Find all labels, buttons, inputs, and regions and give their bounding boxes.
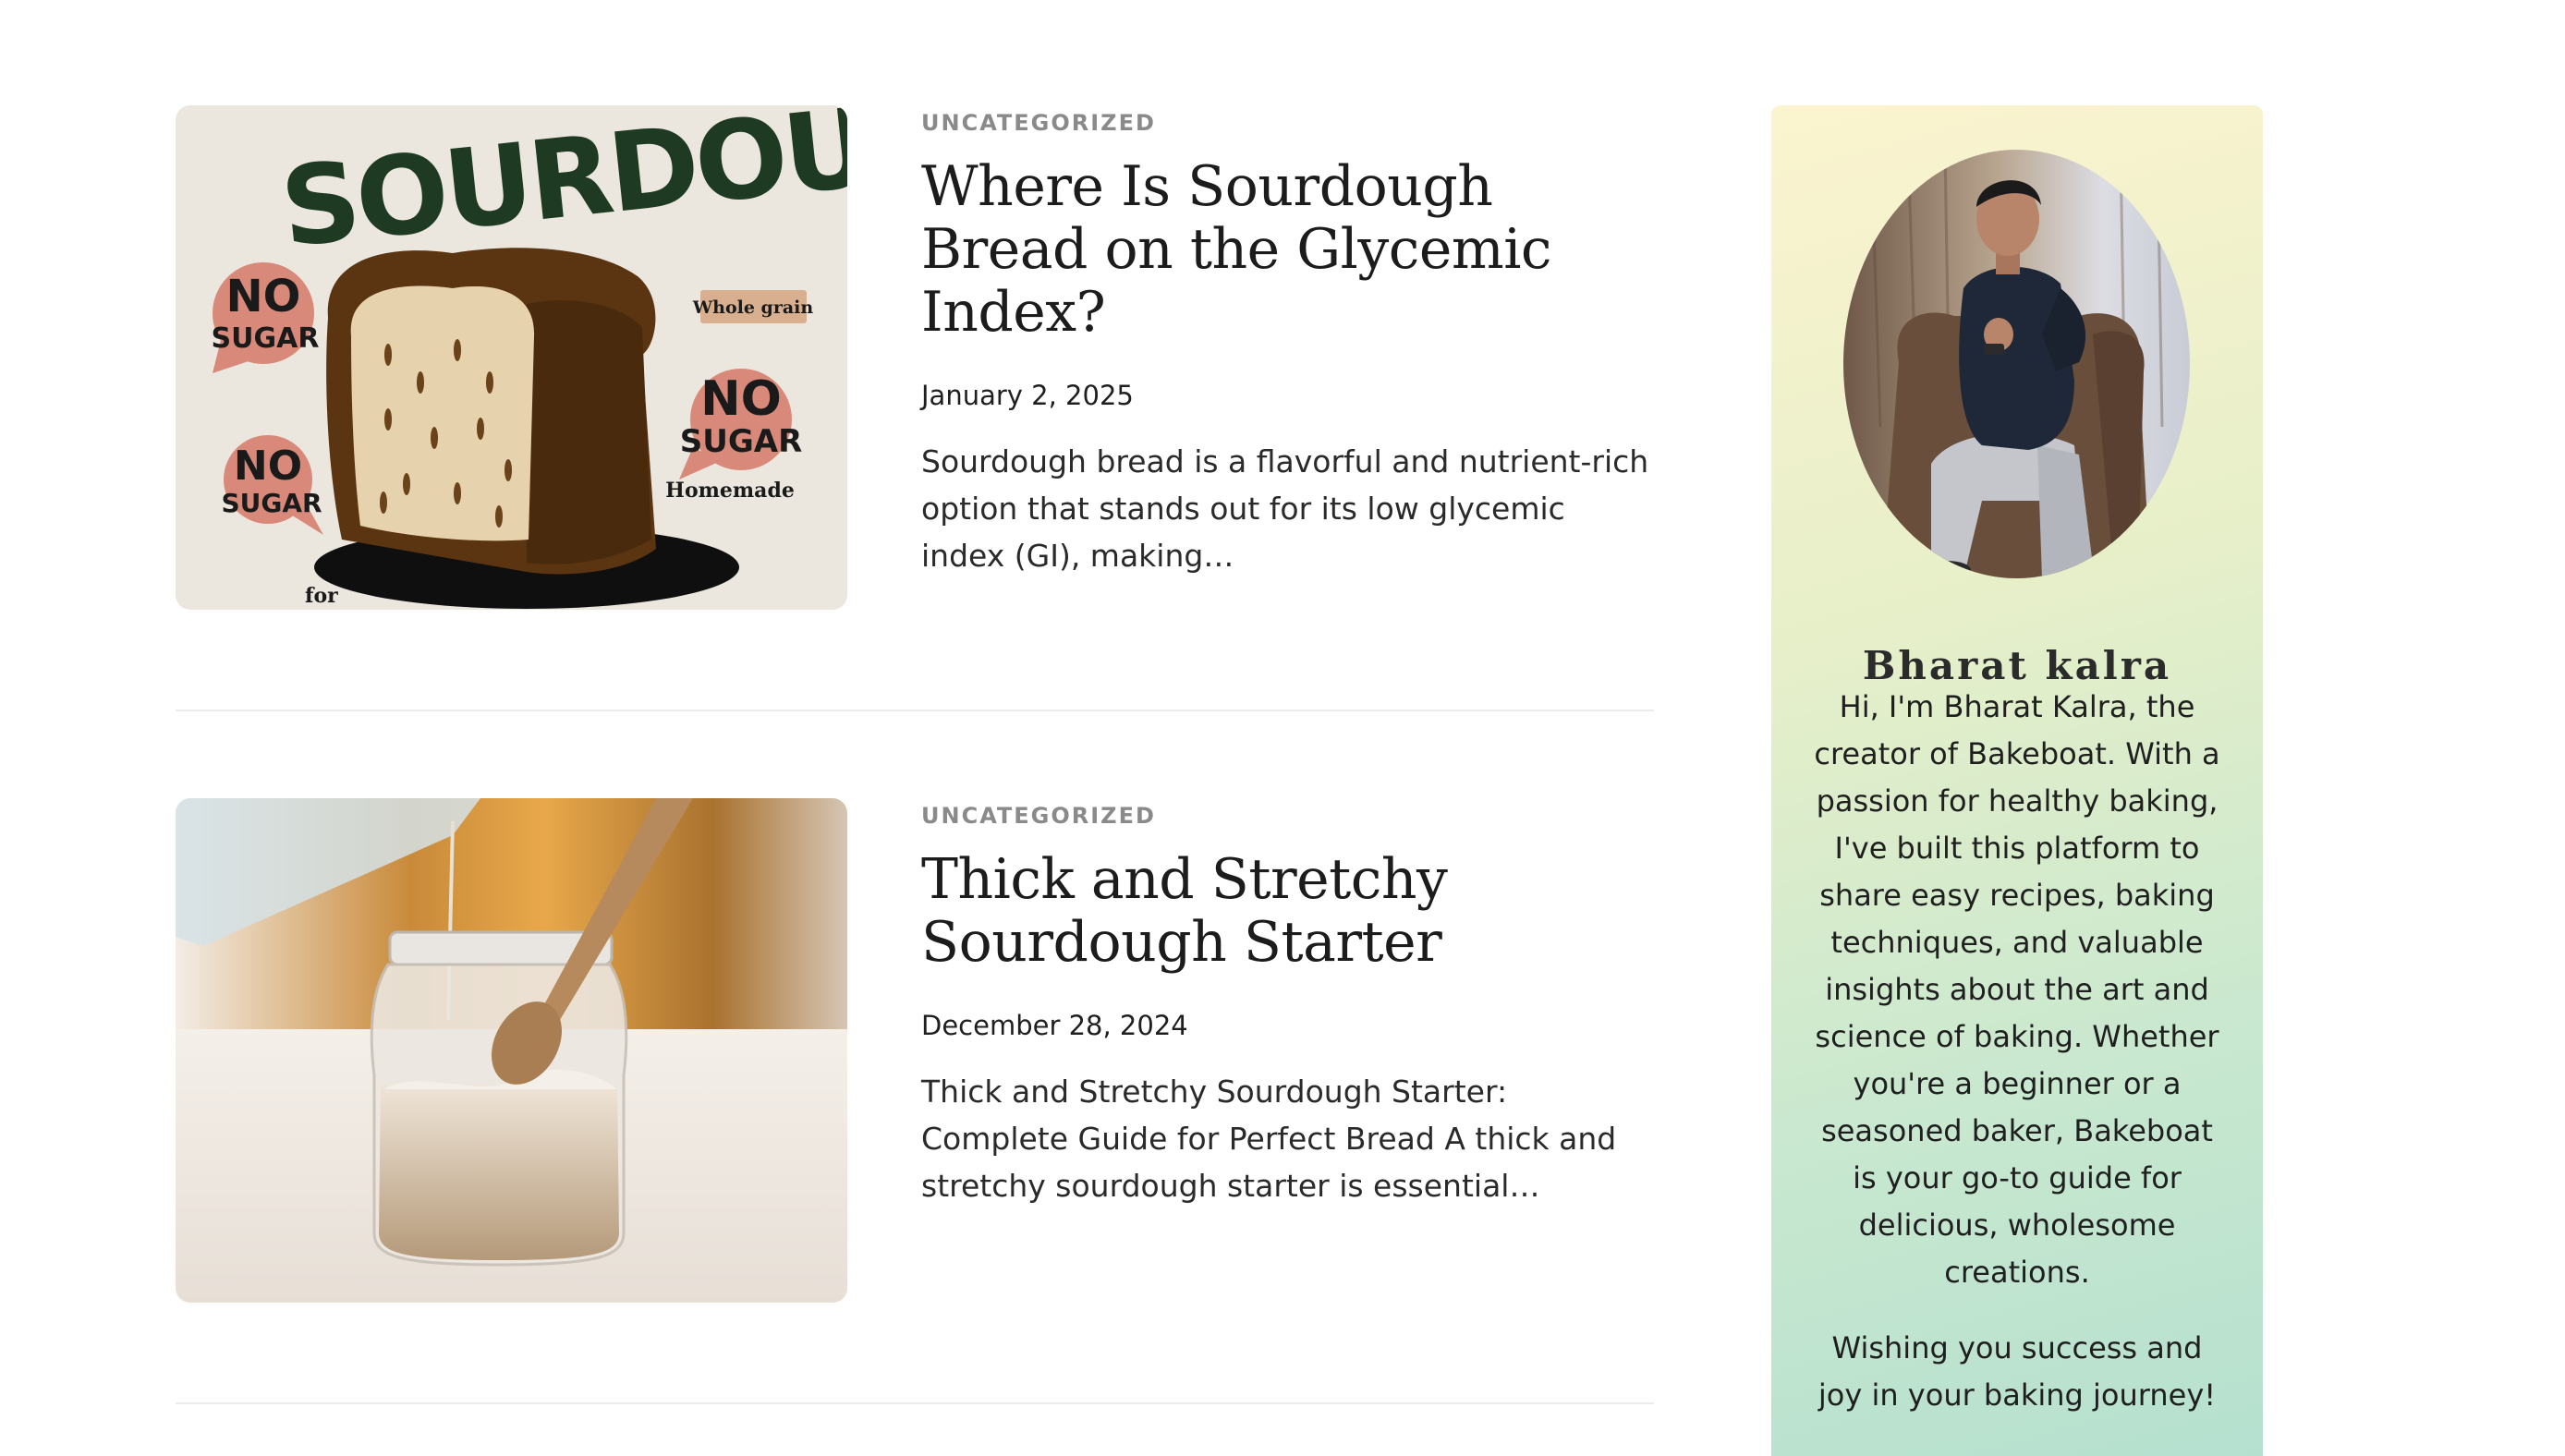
post-date: January 2, 2025 <box>921 380 1134 411</box>
author-name: Bharat kalra <box>1862 643 2172 688</box>
post-divider <box>176 710 1654 711</box>
svg-text:NO: NO <box>700 371 782 427</box>
starter-jar-photo <box>176 798 847 1303</box>
author-closing: Wishing you success and joy in your baki… <box>1817 1330 2217 1413</box>
post-excerpt: Thick and Stretchy Sourdough Starter: Co… <box>921 1074 1617 1204</box>
svg-text:SUGAR: SUGAR <box>212 322 320 355</box>
author-avatar <box>1843 150 2190 578</box>
post-title-link[interactable]: Where Is Sourdough Bread on the Glycemic… <box>921 155 1654 344</box>
svg-text:SUGAR: SUGAR <box>221 488 322 518</box>
svg-text:NO: NO <box>234 443 302 490</box>
svg-text:NO: NO <box>226 271 301 322</box>
post-excerpt: Sourdough bread is a flavorful and nutri… <box>921 443 1649 574</box>
post-thumbnail-link[interactable]: SOURDOUGH NO SUGAR NO SUGAR NO SUGAR Who… <box>176 105 847 610</box>
post-card: SOURDOUGH NO SUGAR NO SUGAR NO SUGAR Who… <box>176 105 1654 610</box>
post-divider <box>176 1402 1654 1404</box>
post-date: December 28, 2024 <box>921 1010 1188 1041</box>
author-bio: Hi, I'm Bharat Kalra, the creator of Bak… <box>1814 689 2220 1290</box>
svg-text:Homemade: Homemade <box>665 479 795 503</box>
svg-text:for: for <box>305 584 338 608</box>
post-body: UNCATEGORIZED Where Is Sourdough Bread o… <box>921 105 1654 579</box>
svg-text:SUGAR: SUGAR <box>680 423 803 460</box>
author-card: Bharat kalra Hi, I'm Bharat Kalra, the c… <box>1771 105 2263 1456</box>
post-category-link[interactable]: UNCATEGORIZED <box>921 109 1654 137</box>
post-title-link[interactable]: Thick and Stretchy Sourdough Starter <box>921 848 1654 974</box>
post-category-link[interactable]: UNCATEGORIZED <box>921 802 1654 830</box>
author-photo <box>1843 150 2190 578</box>
post-body: UNCATEGORIZED Thick and Stretchy Sourdou… <box>921 798 1654 1209</box>
post-card: UNCATEGORIZED Thick and Stretchy Sourdou… <box>176 798 1654 1303</box>
svg-text:Whole grain: Whole grain <box>692 297 814 318</box>
sourdough-poster-image: SOURDOUGH NO SUGAR NO SUGAR NO SUGAR Who… <box>176 105 847 610</box>
post-thumbnail-link[interactable] <box>176 798 847 1303</box>
